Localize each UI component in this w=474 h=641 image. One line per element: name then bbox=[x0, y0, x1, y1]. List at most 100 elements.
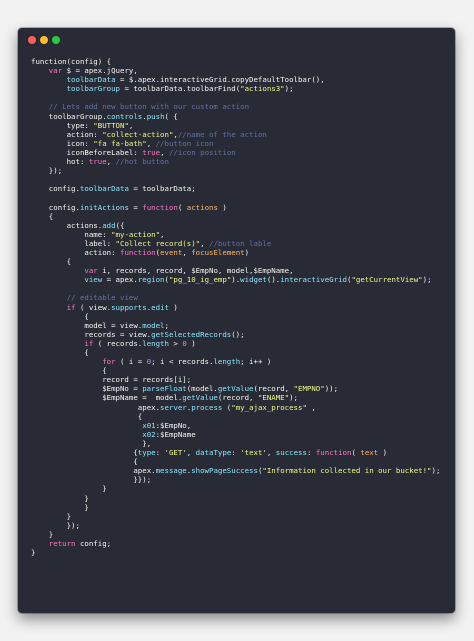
code-token-string: "my-action" bbox=[111, 229, 161, 239]
code-token-text: model = view. bbox=[84, 320, 143, 330]
code-token-text: , bbox=[160, 229, 165, 239]
code-line: x01:$EmpNo, bbox=[31, 421, 451, 430]
code-line: actions.add({ bbox=[31, 221, 451, 230]
code-token-text: = apex. bbox=[102, 275, 138, 285]
code-token-text: ( bbox=[222, 402, 232, 412]
code-line: } bbox=[31, 548, 451, 557]
code-line: records = view.getSelectedRecords(); bbox=[31, 330, 451, 339]
code-token-prop: server bbox=[160, 402, 187, 412]
code-token-text: { bbox=[133, 457, 138, 467]
code-line: if ( view.supports.edit ) bbox=[31, 303, 451, 312]
code-token-string: "Information collected in our bucket!" bbox=[262, 466, 432, 476]
code-token-text: ; i < records. bbox=[151, 357, 214, 367]
code-token-text: $EmpNo = bbox=[102, 384, 143, 394]
code-token-string: "actions3" bbox=[240, 84, 285, 94]
code-token-text: ) bbox=[378, 448, 388, 458]
code-line: label: "Collect record(s)", //button lab… bbox=[31, 239, 451, 248]
code-token-text: } bbox=[48, 529, 54, 539]
code-token-text: ); bbox=[422, 275, 432, 285]
code-token-text: ); bbox=[289, 393, 298, 403]
code-token-keyword: var bbox=[48, 66, 63, 76]
code-token-text: { bbox=[66, 257, 72, 267]
code-line: { bbox=[31, 257, 451, 266]
code-token-comment: //name of the action bbox=[177, 129, 267, 139]
code-token-prop: region bbox=[137, 275, 165, 285]
code-token-text: ( view. bbox=[75, 302, 112, 312]
code-token-prop: push bbox=[146, 111, 165, 121]
code-token-text: ) bbox=[244, 247, 250, 257]
code-token-text: label: bbox=[84, 238, 116, 248]
code-token-prop: getSelectedRecords bbox=[151, 329, 232, 339]
code-token-prop: initActions bbox=[79, 202, 129, 212]
code-token-text: ( records. bbox=[93, 338, 143, 348]
code-line: } bbox=[31, 484, 451, 493]
minimize-dot-icon[interactable] bbox=[40, 36, 48, 44]
code-token-prop: message bbox=[155, 466, 187, 476]
code-token-text: ). bbox=[231, 275, 241, 285]
code-token-text: ( { bbox=[164, 111, 178, 121]
code-token-text: = $.apex.interactiveGrid.copyDefaultTool… bbox=[115, 75, 325, 85]
code-token-text: = toolbarData.toolbarFind( bbox=[120, 84, 241, 94]
code-token-text: , bbox=[306, 402, 316, 412]
code-line: }}); bbox=[31, 475, 451, 484]
code-line: view = apex.region("pg_10_ig_emp").widge… bbox=[31, 275, 451, 284]
code-line: record = records[i]; bbox=[31, 375, 451, 384]
code-token-string: "fa fa-bath" bbox=[93, 138, 147, 148]
code-line: {type: 'GET', dataType: 'text', success:… bbox=[31, 448, 451, 457]
code-token-text: $ = apex.jQuery, bbox=[62, 66, 138, 76]
code-token-prop: length bbox=[213, 357, 241, 367]
code-token-prop: add bbox=[102, 220, 116, 230]
code-token-text: } bbox=[31, 548, 36, 558]
code-token-text: records = view. bbox=[84, 329, 152, 339]
code-line: { bbox=[31, 457, 451, 466]
code-token-text: : bbox=[306, 448, 316, 458]
code-token-string: "pg_10_ig_emp" bbox=[168, 275, 232, 285]
code-line: action: "collect-action",//name of the a… bbox=[31, 130, 451, 139]
code-token-prop: getValue bbox=[182, 393, 218, 403]
code-block: function(config) {var $ = apex.jQuery, to… bbox=[31, 57, 451, 557]
code-token-text: } bbox=[102, 484, 107, 494]
code-token-string: "my_ajax_process" bbox=[231, 402, 307, 412]
code-line: toolbarData = $.apex.interactiveGrid.cop… bbox=[31, 75, 451, 84]
code-line: { bbox=[31, 366, 451, 375]
maximize-dot-icon[interactable] bbox=[52, 36, 60, 44]
code-token-text: ) bbox=[186, 338, 196, 348]
code-line: action: function(event, focusElement) bbox=[31, 248, 451, 257]
code-token-text: { bbox=[84, 348, 89, 357]
code-token-text: config; bbox=[75, 538, 112, 548]
code-token-keyword: function bbox=[120, 247, 156, 257]
code-line: } bbox=[31, 494, 451, 503]
code-token-text: } bbox=[84, 502, 89, 512]
code-token-text: , bbox=[146, 138, 156, 148]
code-token-string: "ENAME" bbox=[257, 393, 290, 403]
code-token-text: hot: bbox=[66, 157, 89, 167]
code-token-text: :$EmpName bbox=[155, 429, 196, 439]
code-line: toolbarGroup = toolbarData.toolbarFind("… bbox=[31, 84, 451, 93]
code-line: iconBeforeLabel: true, //icon position bbox=[31, 148, 451, 157]
code-token-text: apex. bbox=[133, 466, 156, 476]
code-token-keyword: true bbox=[142, 147, 161, 157]
code-line: icon: "fa fa-bath", //button icon bbox=[31, 139, 451, 148]
code-line: $EmpName = model.getValue(record, "ENAME… bbox=[31, 393, 451, 402]
code-token-comment: //button lable bbox=[209, 238, 272, 248]
code-line: for ( i = 0; i < records.length; i++ ) bbox=[31, 357, 451, 366]
close-dot-icon[interactable] bbox=[28, 36, 36, 44]
code-token-keyword: for bbox=[102, 357, 116, 367]
code-token-prop: model bbox=[142, 320, 165, 330]
code-token-text: } bbox=[66, 511, 72, 521]
code-token-text: = bbox=[128, 202, 143, 212]
code-token-text: , bbox=[160, 147, 169, 157]
code-token-prop: type bbox=[137, 448, 156, 458]
code-token-keyword: function bbox=[315, 448, 352, 458]
code-token-text: > bbox=[168, 338, 183, 348]
code-token-text: ({ bbox=[115, 220, 125, 230]
code-line: return config; bbox=[31, 539, 451, 548]
code-token-text: (). bbox=[266, 275, 281, 285]
code-token-text: ); bbox=[431, 466, 441, 476]
code-line: // editable view bbox=[31, 293, 451, 302]
code-token-prop: supports bbox=[111, 302, 147, 312]
code-token-text: ; bbox=[164, 320, 169, 330]
code-token-prop: controls bbox=[106, 111, 143, 121]
code-token-text: actions. bbox=[66, 220, 103, 230]
